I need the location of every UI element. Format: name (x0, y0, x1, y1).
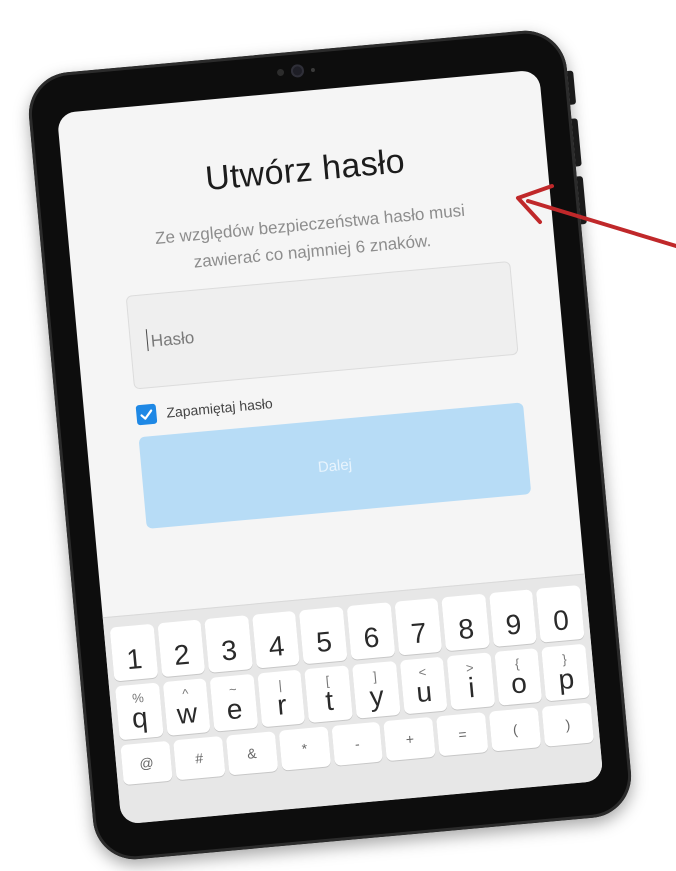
key-label: ( (512, 721, 519, 738)
key-label: r (275, 689, 288, 721)
key-label: u (414, 675, 434, 709)
key-symbol[interactable]: = (436, 712, 489, 757)
key-label: y (368, 680, 386, 713)
key-secondary-label: < (417, 664, 427, 680)
key-secondary-label: > (465, 659, 475, 676)
key-9[interactable]: 9 (488, 589, 538, 647)
key-i[interactable]: > i (446, 652, 496, 711)
key-symbol[interactable]: @ (120, 740, 173, 786)
side-button (576, 175, 588, 225)
key-o[interactable]: {o (494, 648, 543, 706)
key-label: 0 (551, 604, 571, 637)
sensor-icon (276, 68, 285, 77)
key-p[interactable]: } p (541, 643, 590, 702)
key-label: p (557, 662, 576, 696)
key-symbol[interactable]: - (331, 721, 384, 766)
key-label: i (467, 671, 477, 704)
key-t[interactable]: [t (304, 665, 353, 724)
key-y[interactable]: ] y (351, 660, 401, 719)
key-symbol[interactable]: & (225, 731, 279, 776)
key-symbol[interactable]: ) (541, 702, 595, 747)
key-symbol[interactable]: ( (489, 707, 542, 752)
key-symbol[interactable]: * (278, 726, 331, 771)
key-secondary-label: ^ (181, 685, 190, 702)
key-8[interactable]: 8 (441, 593, 490, 652)
key-secondary-label: [ (325, 673, 331, 689)
checkmark-icon (140, 409, 153, 420)
remember-password-checkbox[interactable] (135, 403, 158, 426)
camera-cluster (276, 63, 316, 79)
key-label: & (246, 744, 258, 762)
key-secondary-label: ] (372, 668, 378, 685)
key-label: 3 (220, 634, 239, 667)
key-label: ) (564, 716, 571, 733)
key-label: o (509, 667, 529, 700)
key-4[interactable]: 4 (251, 610, 301, 669)
key-label: q (130, 701, 149, 735)
remember-password-label: Zapamiętaj hasło (165, 395, 274, 421)
screen: Utwórz hasło Ze względów bezpieczeństwa … (56, 69, 604, 825)
key-7[interactable]: 7 (394, 597, 443, 656)
key-secondary-label: | (277, 677, 283, 693)
key-secondary-label: { (514, 655, 520, 672)
key-label: e (225, 693, 244, 726)
volume-button (567, 70, 577, 105)
key-label: - (354, 735, 361, 752)
key-secondary-label: } (561, 651, 568, 667)
key-label: 6 (362, 621, 381, 654)
key-secondary-label: % (131, 689, 145, 706)
password-field[interactable] (125, 260, 519, 390)
stage: Utwórz hasło Ze względów bezpieczeństwa … (0, 0, 676, 871)
light-sensor-icon (310, 67, 316, 72)
key-r[interactable]: | r (257, 669, 306, 728)
on-screen-keyboard: 1234567890 % q ^ w ~ e | r[t] y < u > i{o} p @ # & * - + =(… (102, 573, 604, 825)
key-label: w (175, 697, 199, 730)
key-1[interactable]: 1 (109, 623, 158, 682)
key-u[interactable]: < u (399, 656, 448, 715)
key-5[interactable]: 5 (299, 606, 348, 665)
key-label: * (301, 740, 308, 757)
password-input[interactable] (147, 302, 460, 353)
remember-password-row[interactable]: Zapamiętaj hasło (135, 393, 274, 426)
key-label: + (405, 730, 415, 748)
key-w[interactable]: ^ w (162, 678, 211, 736)
key-q[interactable]: % q (115, 682, 164, 741)
key-3[interactable]: 3 (204, 615, 253, 673)
side-button (571, 118, 582, 167)
key-label: 9 (504, 608, 523, 641)
tablet-device: Utwórz hasło Ze względów bezpieczeństwa … (25, 27, 635, 863)
key-label: t (324, 684, 335, 717)
next-button[interactable]: Dalej (138, 402, 532, 529)
key-label: 7 (409, 617, 428, 650)
key-label: # (194, 749, 204, 767)
key-label: 4 (267, 630, 286, 663)
key-0[interactable]: 0 (536, 584, 585, 643)
camera-icon (290, 63, 305, 78)
key-label: = (457, 725, 468, 743)
key-label: 5 (314, 625, 334, 658)
key-e[interactable]: ~ e (209, 673, 259, 732)
key-label: @ (138, 754, 155, 772)
key-symbol[interactable]: # (173, 736, 226, 781)
key-6[interactable]: 6 (346, 602, 395, 660)
key-label: 8 (457, 612, 476, 646)
key-label: 2 (172, 638, 191, 671)
key-2[interactable]: 2 (157, 619, 206, 678)
key-label: 1 (125, 642, 144, 676)
key-secondary-label: ~ (228, 681, 238, 698)
key-symbol[interactable]: + (383, 716, 437, 762)
